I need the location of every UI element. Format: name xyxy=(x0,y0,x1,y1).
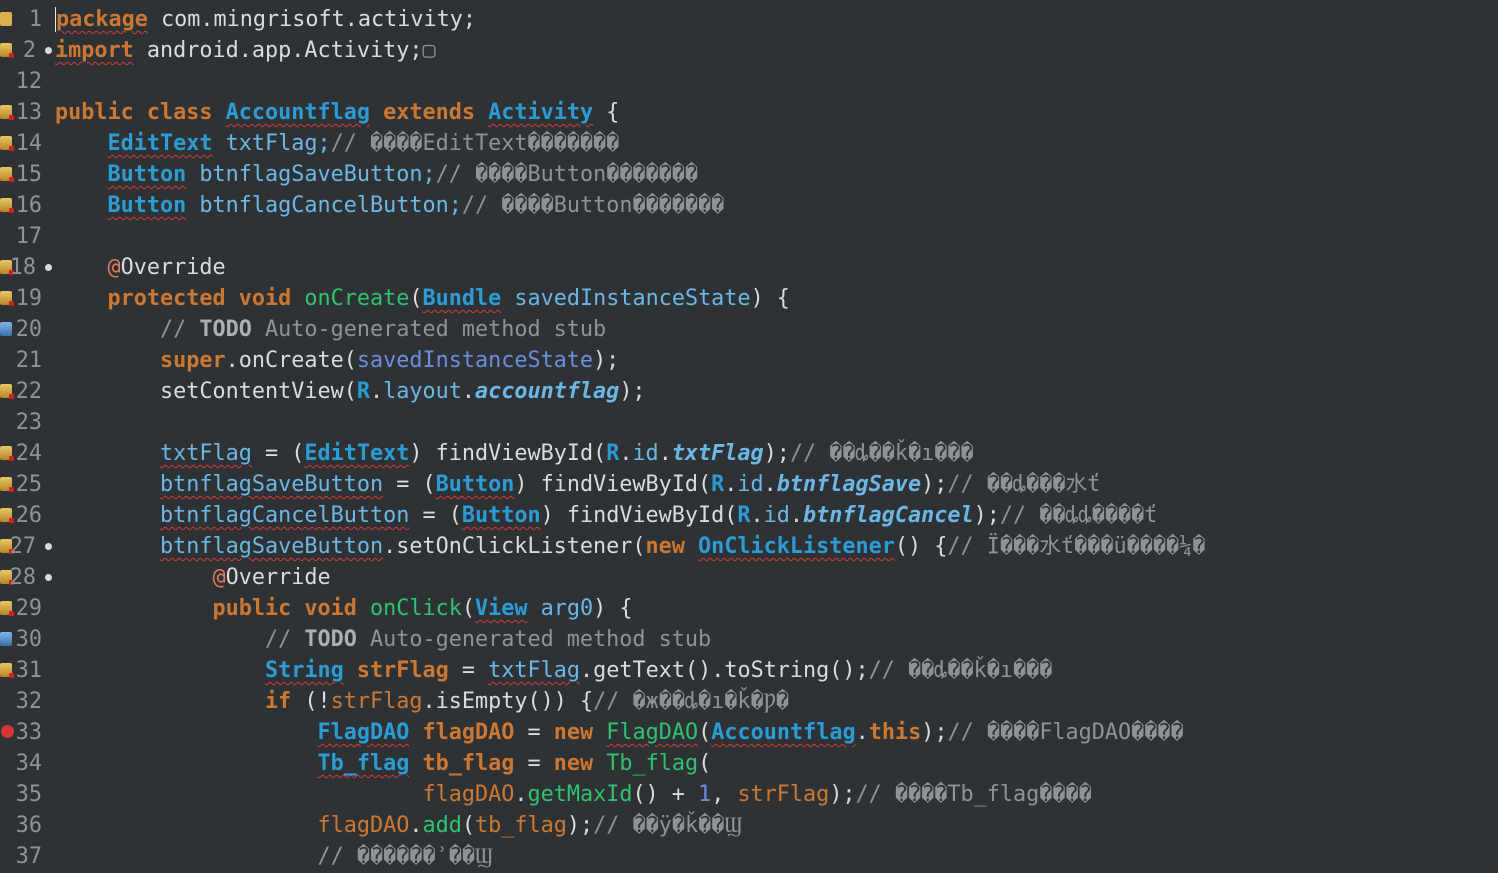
code-line[interactable]: Tb_flag tb_flag = new Tb_flag( xyxy=(55,748,711,779)
folded-imports-icon[interactable]: ▢ xyxy=(422,38,435,63)
warning-icon[interactable] xyxy=(0,384,14,399)
fold-collapse-icon[interactable] xyxy=(45,574,52,581)
gutter-line: 31 xyxy=(0,655,52,686)
gutter-line: 2 xyxy=(0,35,52,66)
gutter-line: 30 xyxy=(0,624,52,655)
warning-icon[interactable] xyxy=(0,136,14,151)
fold-collapse-icon[interactable] xyxy=(45,543,52,550)
code-line[interactable]: btnflagSaveButton = (Button) findViewByI… xyxy=(55,469,1100,500)
code-line[interactable]: // ������ʾ��Ϣ xyxy=(55,841,493,872)
code-area[interactable]: package com.mingrisoft.activity; import … xyxy=(55,0,1498,873)
code-line[interactable]: // TODO Auto-generated method stub xyxy=(55,624,711,655)
code-line[interactable]: String strFlag = txtFlag.getText().toStr… xyxy=(55,655,1052,686)
gutter-line: 19 xyxy=(0,283,52,314)
gutter-line: 22 xyxy=(0,376,52,407)
task-icon[interactable] xyxy=(0,322,12,336)
warning-icon[interactable] xyxy=(0,601,14,616)
code-line[interactable]: setContentView(R.layout.accountflag); xyxy=(55,376,646,407)
code-line[interactable]: public void onClick(View arg0) { xyxy=(55,593,632,624)
code-editor[interactable]: 1 2 12 13 14 15 16 17 18 19 20 21 22 23 … xyxy=(0,0,1498,873)
code-line[interactable]: // TODO Auto-generated method stub xyxy=(55,314,606,345)
gutter-line: 25 xyxy=(0,469,52,500)
gutter-line: 27 xyxy=(0,531,52,562)
code-line[interactable]: public class Accountflag extends Activit… xyxy=(55,97,619,128)
code-line[interactable]: @Override xyxy=(55,252,226,283)
code-line[interactable]: import android.app.Activity;▢ xyxy=(55,35,436,66)
line-number-gutter: 1 2 12 13 14 15 16 17 18 19 20 21 22 23 … xyxy=(0,0,52,873)
error-icon[interactable] xyxy=(1,725,14,738)
code-line[interactable]: btnflagCancelButton = (Button) findViewB… xyxy=(55,500,1157,531)
warning-icon[interactable] xyxy=(0,198,14,213)
gutter-line: 20 xyxy=(0,314,52,345)
warning-icon[interactable] xyxy=(0,105,14,120)
code-line[interactable]: Button btnflagSaveButton;// ����Button��… xyxy=(55,159,699,190)
warning-icon[interactable] xyxy=(0,167,14,182)
gutter-line: 13 xyxy=(0,97,52,128)
gutter-line: 21 xyxy=(15,348,42,373)
code-line[interactable]: FlagDAO flagDAO = new FlagDAO(Accountfla… xyxy=(55,717,1183,748)
fold-expand-icon[interactable] xyxy=(45,47,52,54)
gutter-line: 16 xyxy=(0,190,52,221)
code-line[interactable]: super.onCreate(savedInstanceState); xyxy=(55,345,619,376)
gutter-line: 32 xyxy=(15,689,42,714)
code-line[interactable]: @Override xyxy=(55,562,330,593)
gutter-line: 17 xyxy=(15,224,42,249)
code-line[interactable]: protected void onCreate(Bundle savedInst… xyxy=(55,283,790,314)
code-line[interactable]: btnflagSaveButton.setOnClickListener(new… xyxy=(55,531,1205,562)
gutter-line: 15 xyxy=(0,159,52,190)
warning-icon[interactable] xyxy=(0,663,14,678)
code-line[interactable]: package com.mingrisoft.activity; xyxy=(55,4,476,35)
code-line[interactable]: flagDAO.getMaxId() + 1, strFlag);// ����… xyxy=(55,779,1091,810)
gutter-line: 36 xyxy=(15,813,42,838)
code-line[interactable]: flagDAO.add(tb_flag);// ��ӱ�ǩ��Ϣ xyxy=(55,810,742,841)
task-icon[interactable] xyxy=(0,632,12,646)
bookmark-icon xyxy=(0,12,12,26)
gutter-line: 12 xyxy=(15,69,42,94)
warning-icon[interactable] xyxy=(0,43,14,58)
gutter-line: 33 xyxy=(0,717,52,748)
gutter-line: 29 xyxy=(0,593,52,624)
warning-icon[interactable] xyxy=(0,508,14,523)
gutter-line: 37 xyxy=(15,844,42,869)
code-line[interactable]: txtFlag = (EditText) findViewById(R.id.t… xyxy=(55,438,974,469)
fold-collapse-icon[interactable] xyxy=(45,264,52,271)
warning-icon[interactable] xyxy=(0,291,14,306)
gutter-line: 18 xyxy=(0,252,52,283)
warning-icon[interactable] xyxy=(0,446,14,461)
gutter-line: 28 xyxy=(0,562,52,593)
warning-icon[interactable] xyxy=(0,477,14,492)
code-line[interactable]: EditText txtFlag;// ����EditText������� xyxy=(55,128,620,159)
gutter-line: 26 xyxy=(0,500,52,531)
gutter-line: 34 xyxy=(15,751,42,776)
gutter-line: 1 xyxy=(0,4,52,35)
gutter-line: 14 xyxy=(0,128,52,159)
gutter-line: 24 xyxy=(0,438,52,469)
gutter-line: 23 xyxy=(15,410,42,435)
code-line[interactable]: Button btnflagCancelButton;// ����Button… xyxy=(55,190,725,221)
code-line[interactable]: if (!strFlag.isEmpty()) {// �ж��ȡ�ı�ǩ�Ƿ� xyxy=(55,686,789,717)
gutter-line: 35 xyxy=(15,782,42,807)
